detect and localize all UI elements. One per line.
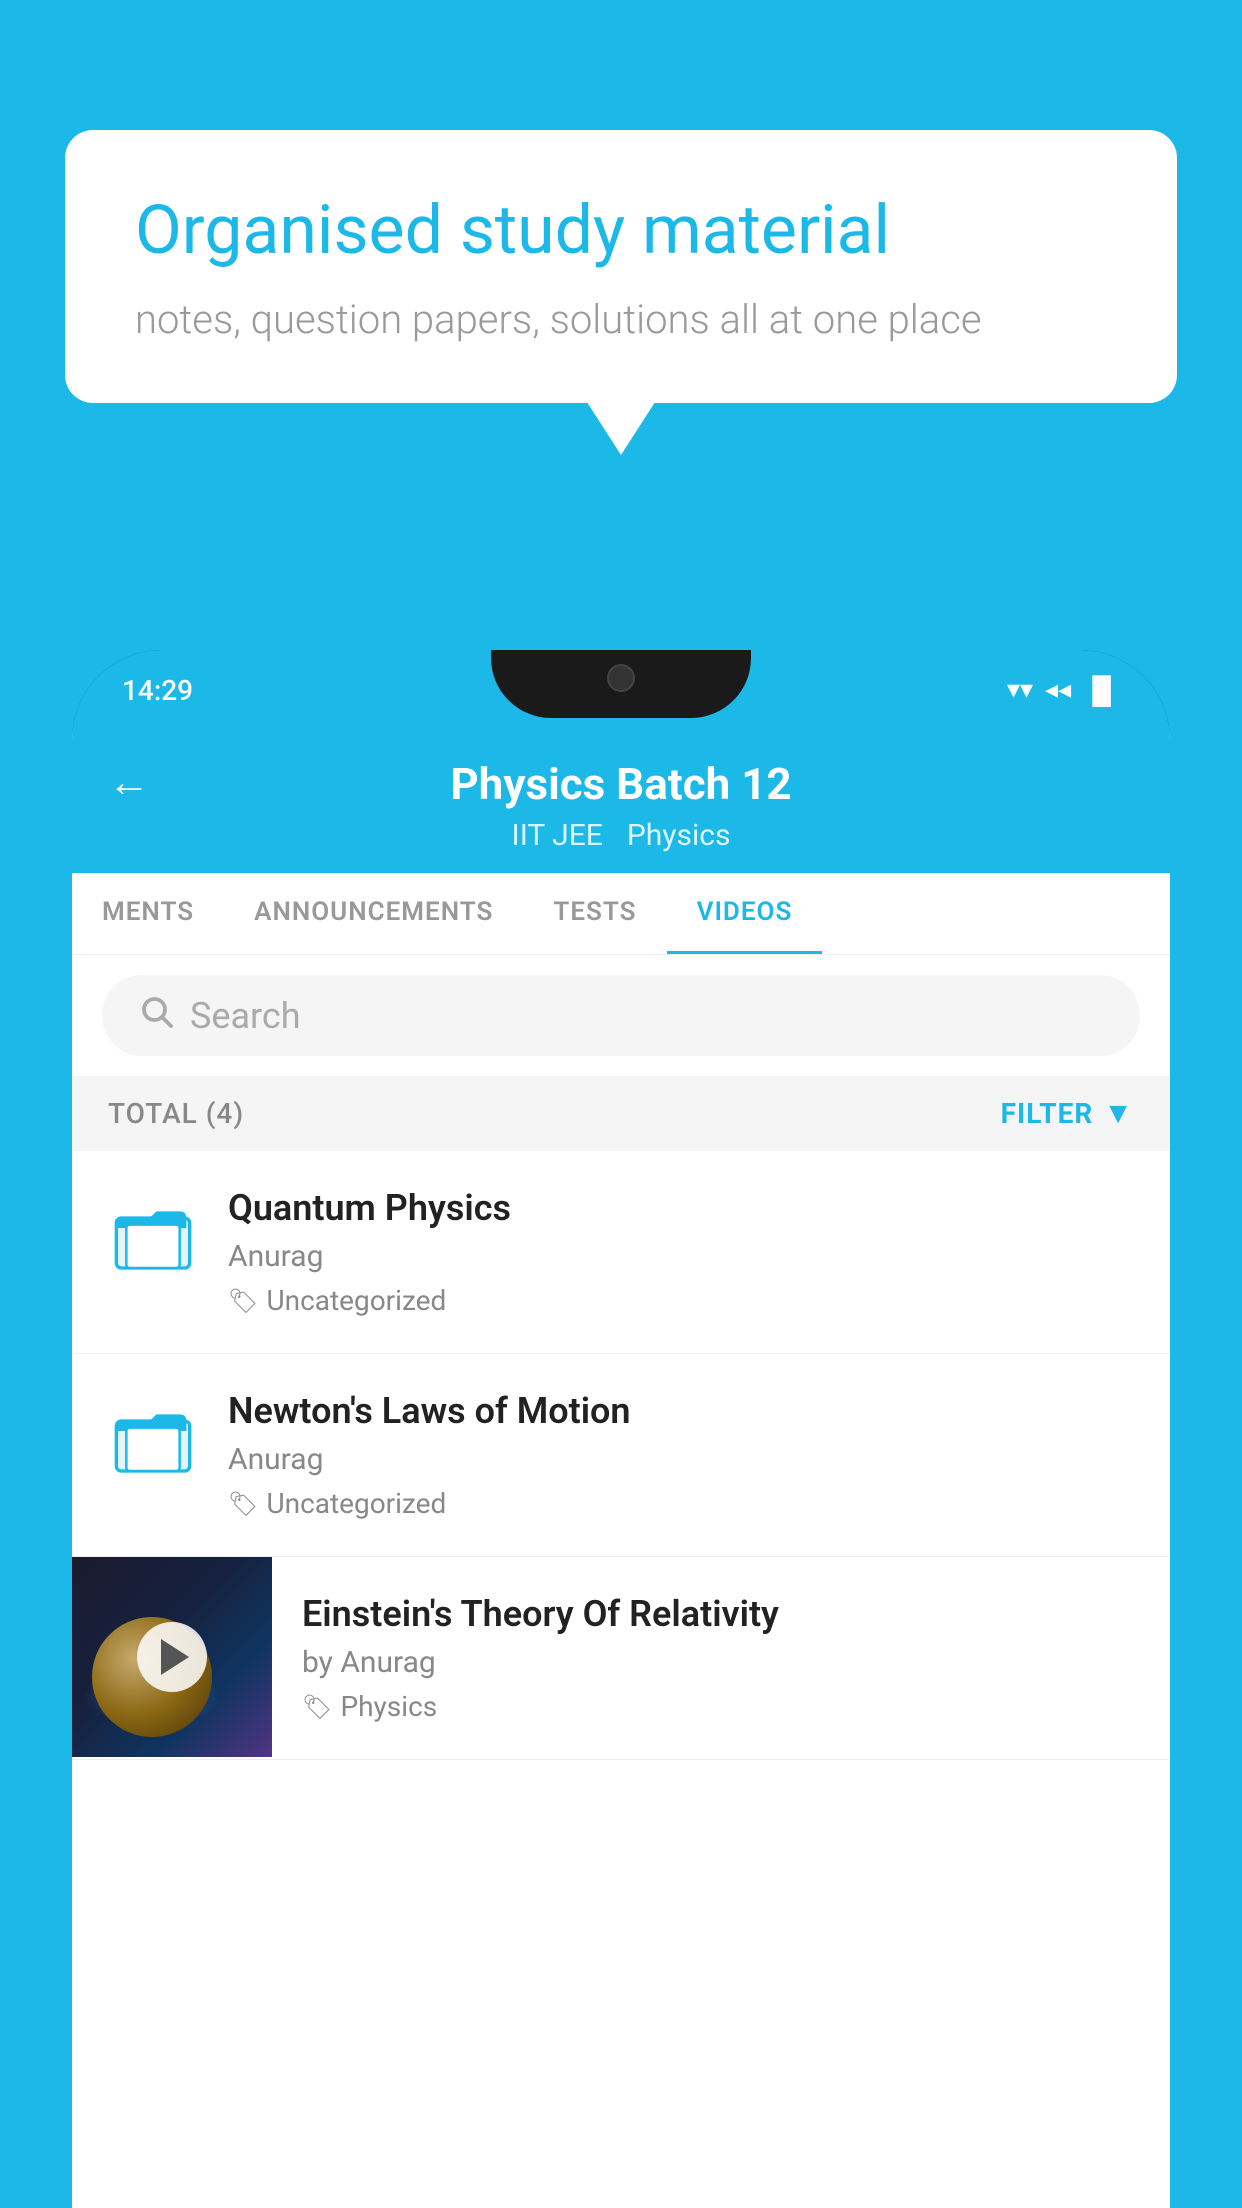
filter-button[interactable]: FILTER ▼ <box>1001 1096 1134 1131</box>
filter-funnel-icon: ▼ <box>1103 1096 1134 1131</box>
status-icons: ▾▾ ◂◂ ▐▌ <box>1007 675 1120 706</box>
phone-frame: 14:29 ▾▾ ◂◂ ▐▌ ← Physics Batch 12 IIT JE… <box>72 650 1170 2208</box>
tag-icon: 🏷 <box>228 1287 258 1315</box>
search-icon <box>138 993 174 1038</box>
filter-label: FILTER <box>1001 1097 1094 1130</box>
speech-bubble-subtext: notes, question papers, solutions all at… <box>135 296 1107 343</box>
app-header: ← Physics Batch 12 IIT JEE Physics <box>72 730 1170 873</box>
video-title: Newton's Laws of Motion <box>228 1390 1134 1432</box>
video-thumbnail <box>72 1557 272 1757</box>
speech-bubble: Organised study material notes, question… <box>65 130 1177 403</box>
folder-icon <box>108 1193 198 1283</box>
video-info: Einstein's Theory Of Relativity by Anura… <box>272 1557 1170 1759</box>
tab-tests[interactable]: TESTS <box>523 873 666 954</box>
tag-text: Physics <box>340 1690 437 1723</box>
search-bar[interactable]: Search <box>102 975 1140 1056</box>
signal-icon: ◂◂ <box>1045 675 1071 705</box>
video-title: Einstein's Theory Of Relativity <box>302 1593 1140 1635</box>
phone-screen: ← Physics Batch 12 IIT JEE Physics MENTS… <box>72 730 1170 2208</box>
video-title: Quantum Physics <box>228 1187 1134 1229</box>
tag-icon: 🏷 <box>302 1693 332 1721</box>
back-button[interactable]: ← <box>108 758 150 807</box>
tab-videos[interactable]: VIDEOS <box>667 873 823 954</box>
tag-icon: 🏷 <box>228 1490 258 1518</box>
play-triangle-icon <box>161 1639 189 1675</box>
video-info: Newton's Laws of Motion Anurag 🏷 Uncateg… <box>228 1390 1134 1520</box>
wifi-icon: ▾▾ <box>1007 675 1033 705</box>
speech-bubble-heading: Organised study material <box>135 190 1107 272</box>
video-list: Quantum Physics Anurag 🏷 Uncategorized <box>72 1151 1170 1760</box>
search-container: Search <box>72 955 1170 1076</box>
list-item[interactable]: Newton's Laws of Motion Anurag 🏷 Uncateg… <box>72 1354 1170 1557</box>
app-subtitle: IIT JEE Physics <box>512 818 731 853</box>
subtitle-iitjee: IIT JEE <box>512 818 603 853</box>
app-title: Physics Batch 12 <box>450 758 791 810</box>
filter-bar: TOTAL (4) FILTER ▼ <box>72 1076 1170 1151</box>
video-tag: 🏷 Uncategorized <box>228 1487 1134 1520</box>
status-time: 14:29 <box>122 674 193 707</box>
camera-dot <box>607 664 635 692</box>
play-button[interactable] <box>137 1622 207 1692</box>
folder-icon <box>108 1396 198 1486</box>
total-label: TOTAL (4) <box>108 1097 244 1130</box>
speech-bubble-container: Organised study material notes, question… <box>65 130 1177 403</box>
battery-icon: ▐▌ <box>1083 675 1120 706</box>
video-author: Anurag <box>228 1239 1134 1274</box>
video-author: by Anurag <box>302 1645 1140 1680</box>
search-placeholder: Search <box>190 995 301 1037</box>
video-author: Anurag <box>228 1442 1134 1477</box>
status-bar: 14:29 ▾▾ ◂◂ ▐▌ <box>72 650 1170 730</box>
subtitle-physics: Physics <box>627 818 731 853</box>
list-item[interactable]: Quantum Physics Anurag 🏷 Uncategorized <box>72 1151 1170 1354</box>
tab-ments[interactable]: MENTS <box>72 873 224 954</box>
video-info: Quantum Physics Anurag 🏷 Uncategorized <box>228 1187 1134 1317</box>
video-tag: 🏷 Physics <box>302 1690 1140 1723</box>
tag-text: Uncategorized <box>266 1284 446 1317</box>
tabs-bar: MENTS ANNOUNCEMENTS TESTS VIDEOS <box>72 873 1170 955</box>
tab-announcements[interactable]: ANNOUNCEMENTS <box>224 873 523 954</box>
tag-text: Uncategorized <box>266 1487 446 1520</box>
list-item[interactable]: Einstein's Theory Of Relativity by Anura… <box>72 1557 1170 1760</box>
video-tag: 🏷 Uncategorized <box>228 1284 1134 1317</box>
